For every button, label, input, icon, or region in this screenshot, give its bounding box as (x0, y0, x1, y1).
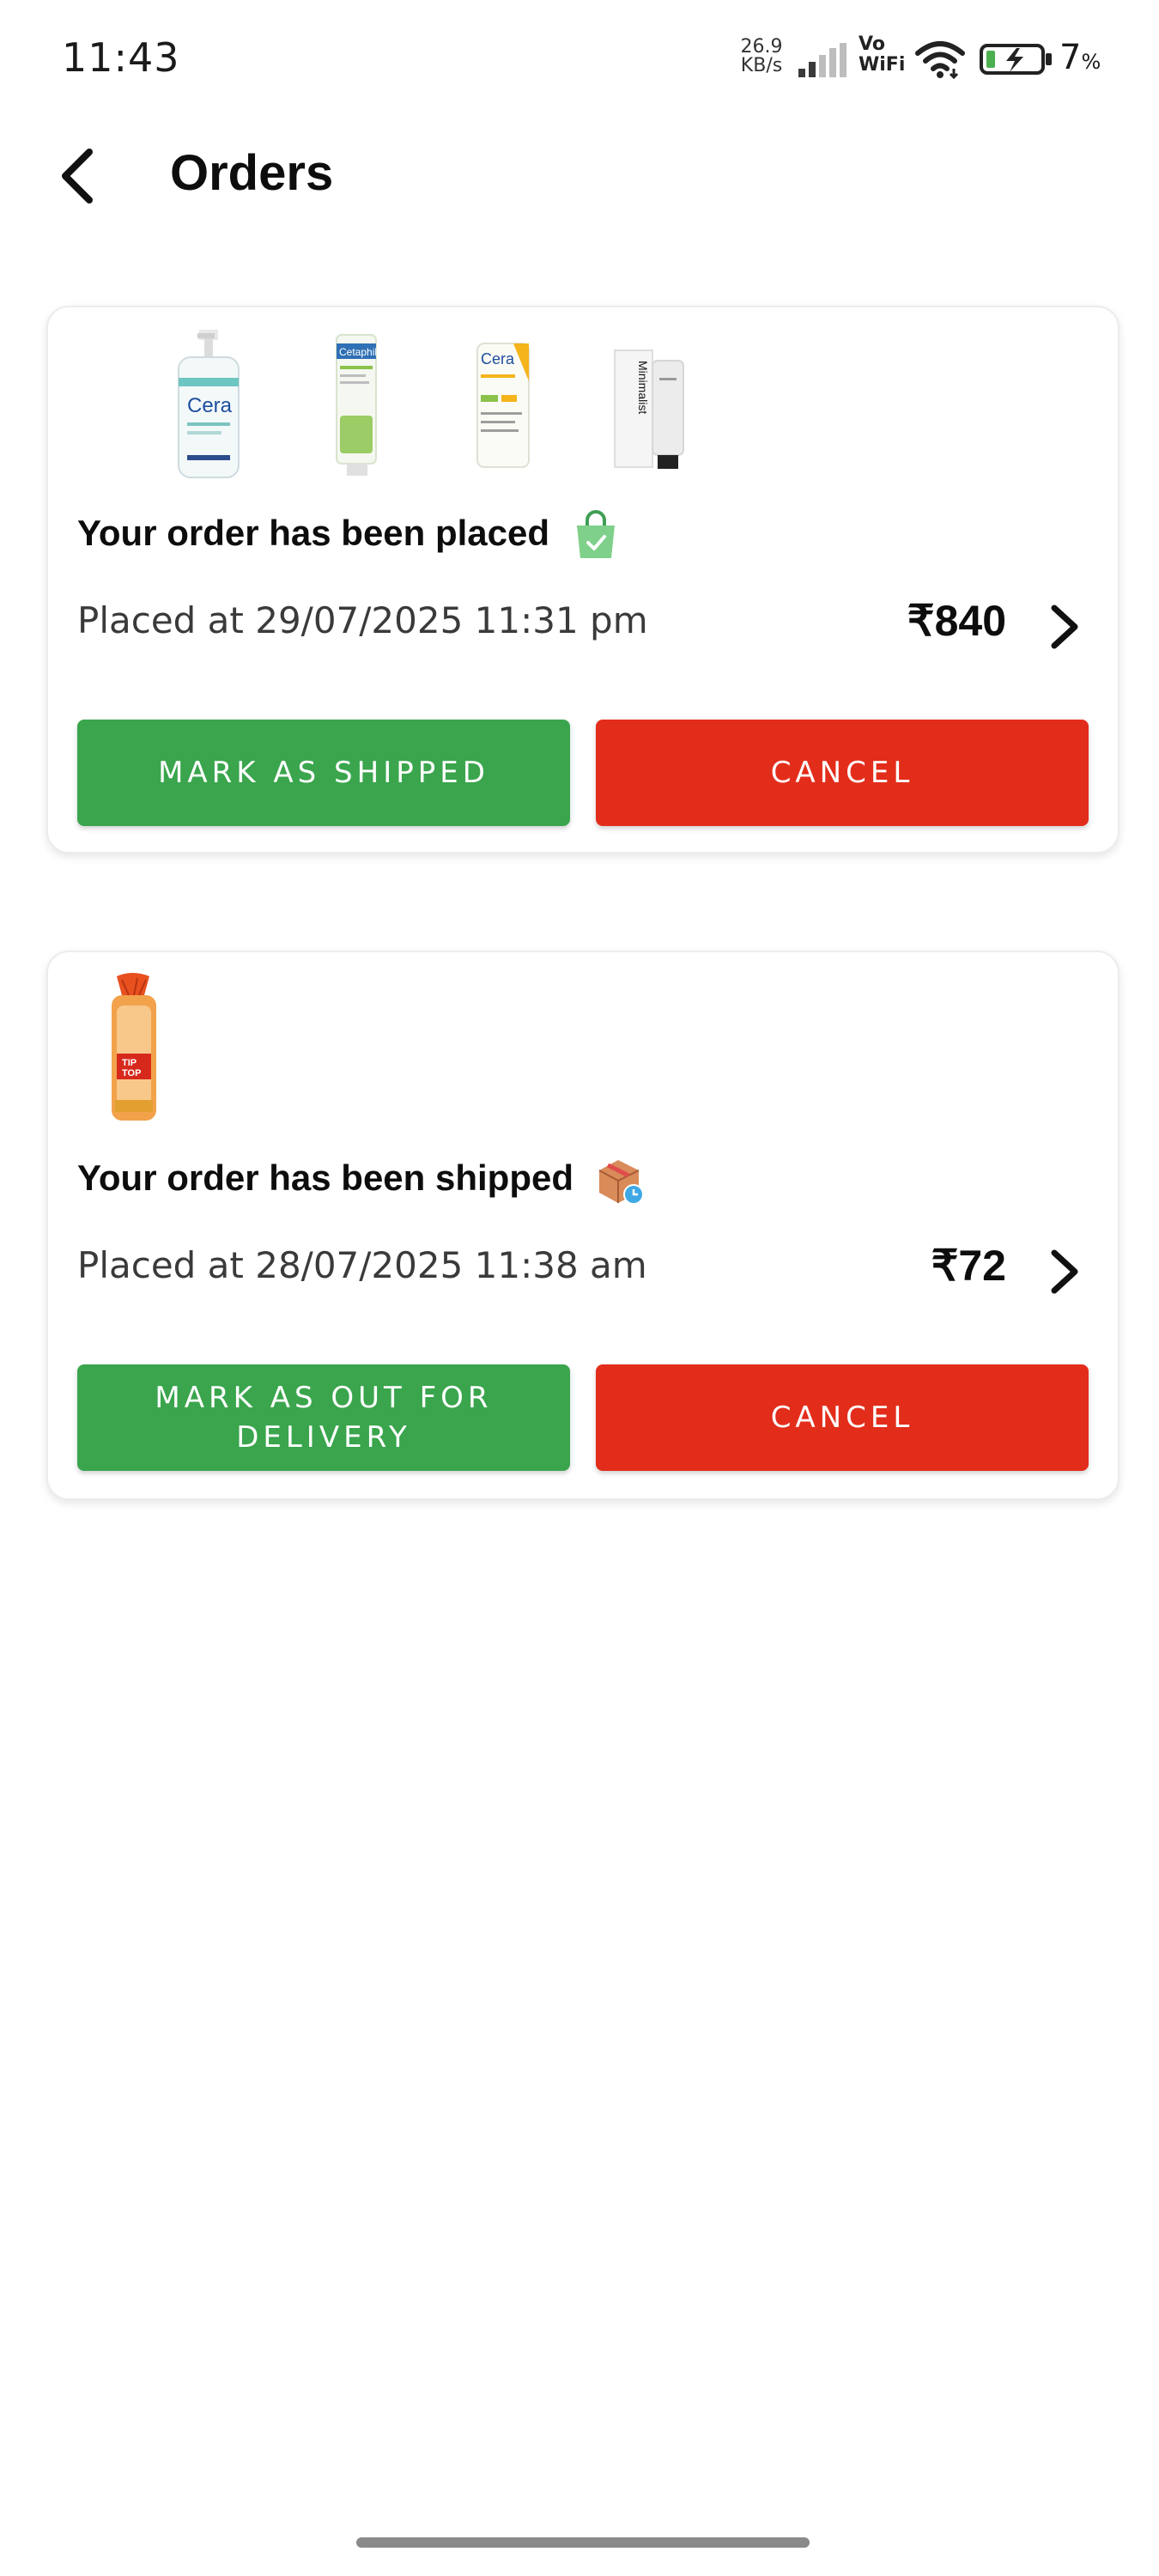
svg-text:TOP: TOP (122, 1068, 141, 1078)
svg-text:Cera: Cera (187, 394, 233, 417)
mark-as-out-for-delivery-button[interactable]: MARK AS OUT FOR DELIVERY (77, 1364, 570, 1471)
svg-text:TIP: TIP (122, 1058, 137, 1068)
order-placed-at: Placed at 28/07/2025 11:38 am (77, 1244, 647, 1286)
cancel-button[interactable]: CANCEL (596, 1364, 1089, 1471)
cancel-button[interactable]: CANCEL (596, 720, 1089, 826)
network-speed-value: 26.9 (740, 36, 783, 58)
battery-charging-icon (980, 44, 1052, 75)
order-status: Your order has been shipped (77, 1155, 644, 1206)
wifi-icon (915, 41, 965, 79)
order-status: Your order has been placed (77, 510, 620, 562)
page-title: Orders (170, 145, 334, 201)
order-price: ₹72 (931, 1242, 1006, 1290)
order-card[interactable]: Cera Cetaphil Cera Minimalist Your order… (46, 306, 1120, 854)
battery-percentage: 7% (1059, 38, 1101, 77)
cleanser-bottle-thumb: Cera (178, 330, 240, 478)
network-speed-unit: KB/s (740, 55, 783, 76)
vowifi-bottom: WiFi (859, 54, 906, 76)
vowifi-top: Vo (859, 33, 885, 55)
order-status-text: Your order has been placed (77, 513, 550, 554)
signal-icon (798, 43, 846, 77)
cerave-sunscreen-thumb: Cera (476, 343, 530, 468)
mark-as-shipped-button[interactable]: MARK AS SHIPPED (77, 720, 570, 826)
order-card[interactable]: TIP TOP Your order has been shipped Plac… (46, 951, 1120, 1500)
svg-text:Minimalist: Minimalist (636, 361, 650, 414)
order-placed-at: Placed at 29/07/2025 11:31 pm (77, 599, 648, 641)
chevron-left-icon[interactable] (52, 142, 103, 210)
svg-text:Cetaphil: Cetaphil (339, 346, 377, 358)
status-bar: 11:43 26.9 KB/s Vo WiFi 7% (0, 0, 1159, 112)
order-price: ₹840 (907, 597, 1006, 645)
cetaphil-tube-thumb: Cetaphil (336, 334, 377, 476)
chevron-right-icon[interactable] (1046, 1246, 1083, 1297)
shopping-bag-check-icon (576, 510, 615, 558)
vowifi-icon: Vo WiFi (859, 34, 907, 76)
svg-text:Cera: Cera (481, 350, 515, 368)
package-clock-icon (598, 1160, 644, 1205)
status-time: 11:43 (62, 34, 180, 81)
bread-loaf-thumb: TIP TOP (112, 973, 156, 1121)
order-status-text: Your order has been shipped (77, 1157, 573, 1199)
battery-percent-symbol: % (1081, 50, 1101, 74)
minimalist-tube-thumb: Minimalist (614, 349, 684, 469)
chevron-right-icon[interactable] (1046, 601, 1083, 653)
home-indicator[interactable] (356, 2537, 810, 2548)
battery-percent-value: 7 (1059, 38, 1082, 77)
network-speed: 26.9 KB/s (734, 38, 789, 76)
